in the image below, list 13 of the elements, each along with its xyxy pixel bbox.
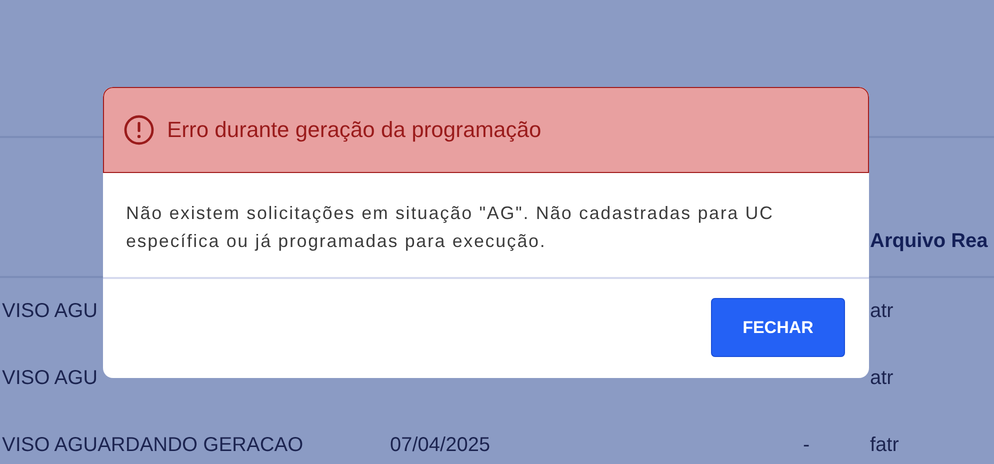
close-button[interactable]: FECHAR: [711, 298, 845, 357]
dialog-title: Erro durante geração da programação: [167, 117, 542, 143]
table-cell-text: atr: [870, 300, 894, 323]
warning-icon: [123, 114, 155, 146]
table-cell-text: VISO AGUARDANDO GERACAO: [1, 434, 304, 457]
column-header: Arquivo Rea: [870, 230, 989, 252]
dialog-message: Não existem solicitações em situação "AG". Não cadastradas para UC específica ou já programadas para execução.: [126, 202, 775, 253]
table-cell-text: VISO AGU: [1, 367, 99, 390]
table-cell-text: fatr: [870, 434, 900, 457]
table-cell-text: 07/04/2025: [390, 434, 492, 457]
table-cell-text: atr: [870, 367, 894, 390]
table-cell-text: VISO AGU: [1, 300, 99, 323]
table-cell-text: -: [803, 434, 811, 457]
